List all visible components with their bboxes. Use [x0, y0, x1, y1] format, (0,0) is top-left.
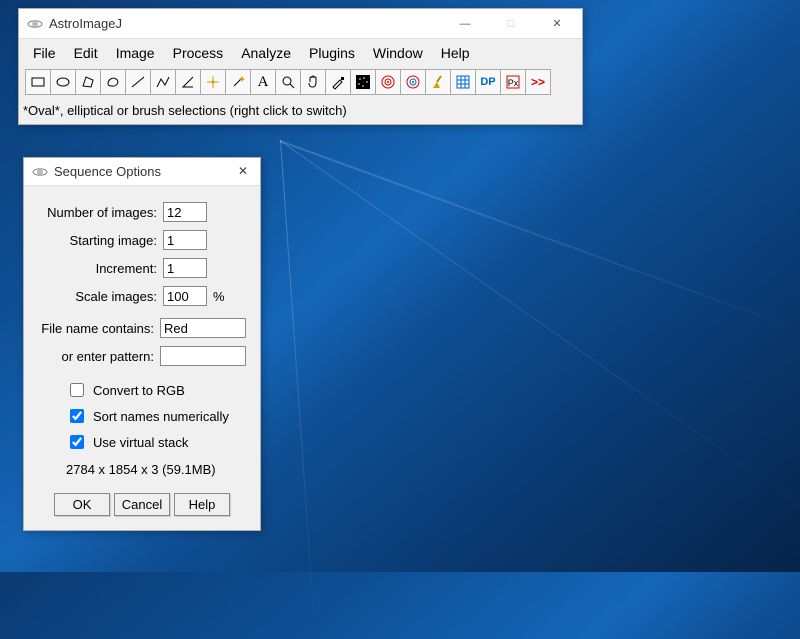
- sort-names-checkbox[interactable]: [70, 409, 84, 423]
- menu-analyze[interactable]: Analyze: [233, 43, 299, 63]
- contains-input[interactable]: [160, 318, 246, 338]
- starting-image-input[interactable]: [163, 230, 207, 250]
- tool-point[interactable]: [200, 69, 226, 95]
- tool-hand[interactable]: [300, 69, 326, 95]
- tool-line[interactable]: [125, 69, 151, 95]
- increment-label: Increment:: [38, 261, 163, 276]
- tool-polygon-select[interactable]: [75, 69, 101, 95]
- scale-input[interactable]: [163, 286, 207, 306]
- virtual-stack-label: Use virtual stack: [93, 435, 188, 450]
- main-titlebar: AstroImageJ — □ ✕: [19, 9, 582, 39]
- convert-rgb-label: Convert to RGB: [93, 383, 185, 398]
- tool-more[interactable]: >>: [525, 69, 551, 95]
- app-icon: [27, 16, 43, 32]
- menu-help[interactable]: Help: [433, 43, 478, 63]
- tool-freehand-select[interactable]: [100, 69, 126, 95]
- tool-segmented-line[interactable]: [150, 69, 176, 95]
- menu-file[interactable]: File: [25, 43, 64, 63]
- tool-px[interactable]: Px: [500, 69, 526, 95]
- menu-plugins[interactable]: Plugins: [301, 43, 363, 63]
- close-button[interactable]: ✕: [534, 9, 580, 39]
- tool-annulus-blue[interactable]: [400, 69, 426, 95]
- dialog-close-button[interactable]: ✕: [228, 158, 258, 186]
- virtual-stack-checkbox[interactable]: [70, 435, 84, 449]
- svg-text:Px: Px: [508, 78, 519, 88]
- tool-astrometry-grid[interactable]: [450, 69, 476, 95]
- tool-lut[interactable]: [350, 69, 376, 95]
- dialog-icon: [32, 164, 48, 180]
- menu-image[interactable]: Image: [108, 43, 163, 63]
- minimize-button[interactable]: —: [442, 9, 488, 39]
- dialog-titlebar: Sequence Options ✕: [24, 158, 260, 186]
- ok-button[interactable]: OK: [54, 493, 110, 516]
- menu-process[interactable]: Process: [165, 43, 232, 63]
- tool-magnifier[interactable]: [275, 69, 301, 95]
- tool-broom[interactable]: [425, 69, 451, 95]
- status-line: *Oval*, elliptical or brush selections (…: [19, 99, 582, 124]
- tool-oval-select[interactable]: [50, 69, 76, 95]
- sequence-options-dialog: Sequence Options ✕ Number of images: Sta…: [23, 157, 261, 531]
- virtual-stack-row[interactable]: Use virtual stack: [66, 432, 246, 452]
- convert-rgb-checkbox[interactable]: [70, 383, 84, 397]
- convert-rgb-row[interactable]: Convert to RGB: [66, 380, 246, 400]
- tool-dp[interactable]: DP: [475, 69, 501, 95]
- scale-label: Scale images:: [38, 289, 163, 304]
- tool-wand[interactable]: [225, 69, 251, 95]
- cancel-button[interactable]: Cancel: [114, 493, 170, 516]
- sort-names-label: Sort names numerically: [93, 409, 229, 424]
- pattern-input[interactable]: [160, 346, 246, 366]
- help-button[interactable]: Help: [174, 493, 230, 516]
- tool-annulus-red[interactable]: [375, 69, 401, 95]
- maximize-button[interactable]: □: [488, 9, 534, 39]
- starting-image-label: Starting image:: [38, 233, 163, 248]
- tool-text[interactable]: A: [250, 69, 276, 95]
- dialog-title: Sequence Options: [54, 164, 228, 179]
- menu-bar: File Edit Image Process Analyze Plugins …: [19, 39, 582, 67]
- main-window: AstroImageJ — □ ✕ File Edit Image Proces…: [18, 8, 583, 125]
- pattern-label: or enter pattern:: [38, 349, 160, 364]
- menu-window[interactable]: Window: [365, 43, 431, 63]
- num-images-input[interactable]: [163, 202, 207, 222]
- sort-names-row[interactable]: Sort names numerically: [66, 406, 246, 426]
- toolbar: A DP Px >>: [19, 67, 582, 99]
- tool-rect-select[interactable]: [25, 69, 51, 95]
- increment-input[interactable]: [163, 258, 207, 278]
- contains-label: File name contains:: [38, 321, 160, 336]
- tool-color-picker[interactable]: [325, 69, 351, 95]
- main-title: AstroImageJ: [49, 16, 442, 31]
- memory-info: 2784 x 1854 x 3 (59.1MB): [66, 462, 246, 477]
- num-images-label: Number of images:: [38, 205, 163, 220]
- tool-angle[interactable]: [175, 69, 201, 95]
- scale-unit: %: [213, 289, 225, 304]
- menu-edit[interactable]: Edit: [66, 43, 106, 63]
